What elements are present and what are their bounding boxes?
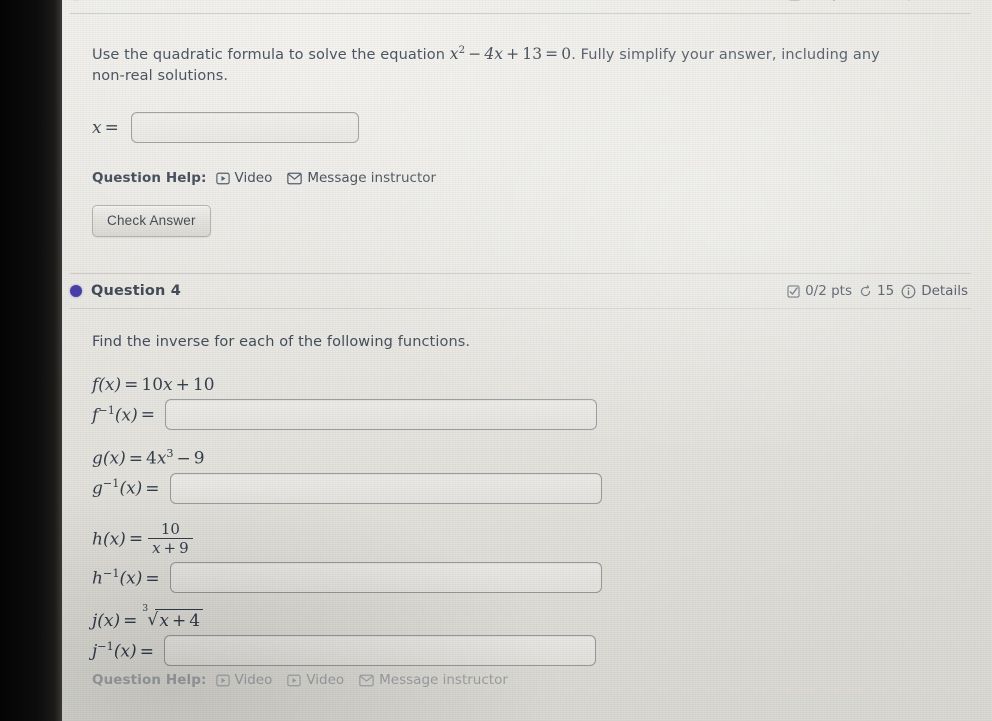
play-box-icon	[215, 674, 230, 687]
clipped-attempts: 15	[860, 0, 895, 2]
question-4-video-link-1[interactable]: Video	[215, 672, 273, 689]
envelope-icon	[287, 172, 303, 185]
question-3-prompt: Use the quadratic formula to solve the e…	[92, 40, 968, 87]
function-answer-row-g: g−1(x) =	[92, 472, 968, 504]
monitor-bezel-left	[0, 0, 62, 721]
question-4-video-label-1: Video	[234, 672, 273, 689]
question-3-answer-input[interactable]	[130, 112, 359, 144]
clipped-question-help-bottom: Question Help: Video Video Message instr…	[62, 672, 992, 688]
function-answer-row-f: f−1(x) =	[92, 399, 968, 431]
question-3-video-link[interactable]: Video	[215, 170, 273, 187]
clipped-points-label: 0/2 pts	[806, 0, 853, 2]
question-4-video-label-2: Video	[306, 672, 345, 689]
function-answer-row-j: j−1(x) =	[92, 635, 968, 667]
clipped-attempts-label: 15	[878, 0, 895, 2]
question-3-actions: Check Answer	[92, 205, 968, 238]
question-4-points[interactable]: 0/2 pts	[787, 283, 852, 299]
inverse-input-j[interactable]	[163, 635, 596, 667]
checked-square-icon	[787, 285, 800, 298]
question-3-message-instructor-link[interactable]: Message instructor	[287, 170, 436, 186]
clipped-points: 0/2 pts	[788, 0, 853, 2]
question-4-attempts-label: 15	[877, 283, 895, 300]
function-answer-row-h: h−1(x) =	[92, 562, 968, 594]
question-3-body: Use the quadratic formula to solve the e…	[62, 14, 992, 238]
question-3-answer-label: x =	[92, 117, 119, 138]
envelope-icon	[359, 674, 374, 687]
info-circle-icon	[901, 284, 916, 299]
question-3-prompt-line-2: . Fully simplify your answer, including …	[571, 47, 880, 64]
question-4-body: Find the inverse for each of the followi…	[62, 309, 992, 667]
info-circle-icon	[902, 0, 916, 1]
inverse-input-g[interactable]	[169, 472, 602, 504]
function-block-f: f(x) = 10x +10 f−1(x) =	[92, 375, 968, 431]
question-3-video-label: Video	[234, 170, 273, 187]
inverse-label-g: g−1(x) =	[92, 477, 160, 500]
question-3-equation: x2−4x +13 = 0	[449, 45, 572, 64]
question-4-attempts: 15	[859, 283, 894, 299]
function-definition-g: g(x) = 4x3−9	[92, 447, 205, 469]
question-3-answer-row: x =	[92, 112, 968, 144]
question-3-message-instructor-label: Message instructor	[307, 170, 437, 187]
page-content: Question 3 0/2 pts	[62, 0, 992, 688]
divider-below-question-4-header	[70, 308, 971, 310]
inverse-label-f: f−1(x) =	[92, 403, 155, 426]
question-4-video-link-2[interactable]: Video	[287, 672, 344, 688]
clipped-details-label: Details	[921, 0, 968, 2]
question-4-details[interactable]: Details	[901, 283, 968, 299]
question-4-details-label: Details	[921, 283, 968, 300]
function-definition-j: j(x) = 3 √ x +4	[92, 604, 968, 631]
function-block-g: g(x) = 4x3−9 g−1(x) =	[92, 447, 968, 504]
photographed-screen: Question 3 0/2 pts	[0, 0, 992, 721]
checked-square-icon	[788, 0, 801, 1]
retry-arrow-icon	[860, 0, 873, 1]
question-3-help-row: Question Help: Video Message instructor	[92, 170, 968, 186]
question-4-message-instructor-label: Message instructor	[379, 672, 508, 689]
play-box-icon	[215, 172, 230, 185]
play-box-icon	[287, 674, 302, 687]
question-4-title: Question 4	[91, 283, 181, 300]
inverse-label-j: j−1(x) =	[92, 640, 154, 662]
fraction-numerator-h: 10	[160, 519, 180, 538]
question-3-prompt-line-3: non-real solutions.	[92, 68, 229, 85]
question-4-header: Question 4 0/2 pts 15 Details	[62, 274, 992, 308]
divider-above-question-4	[70, 273, 971, 275]
retry-arrow-icon	[859, 284, 872, 298]
function-definition-h: h(x) = 10 x +9	[92, 521, 968, 557]
clipped-question-title: Question 3	[91, 0, 181, 2]
inverse-input-f[interactable]	[164, 399, 597, 431]
divider-top	[70, 13, 971, 14]
question-3-prompt-line-1: Use the quadratic formula to solve the e…	[92, 47, 446, 64]
function-block-h: h(x) = 10 x +9 h−1(x) =	[92, 521, 968, 594]
inverse-input-h[interactable]	[169, 562, 602, 594]
question-4-instructions: Find the inverse for each of the followi…	[92, 334, 471, 351]
check-answer-button[interactable]: Check Answer	[92, 205, 211, 238]
browser-page: Question 3 0/2 pts	[62, 0, 992, 721]
function-block-j: j(x) = 3 √ x +4 j−1(x) =	[92, 604, 968, 667]
question-4-points-label: 0/2 pts	[805, 283, 852, 300]
question-3-help-label: Question Help:	[92, 170, 207, 187]
question-4-status-dot	[70, 285, 82, 298]
question-4-message-instructor-link[interactable]: Message instructor	[359, 672, 508, 688]
question-4-help-label: Question Help:	[92, 672, 207, 689]
clipped-question-header-top: Question 3 0/2 pts	[62, 0, 992, 6]
function-definition-f: f(x) = 10x +10	[92, 375, 215, 396]
clipped-details: Details	[902, 0, 968, 2]
inverse-label-h: h−1(x) =	[92, 567, 160, 589]
